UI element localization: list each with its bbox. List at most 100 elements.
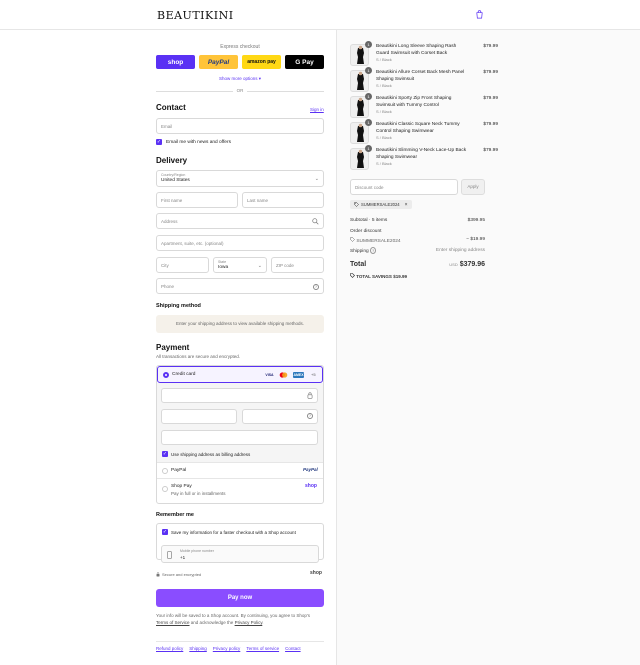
address-field[interactable]: Address (156, 213, 324, 229)
apartment-placeholder: Apartment, suite, etc. (optional) (161, 241, 224, 246)
quantity-badge: 1 (365, 41, 372, 48)
save-info-checkbox[interactable]: ✓ (162, 529, 168, 535)
card-name-field[interactable] (161, 430, 318, 445)
discount-code-placeholder: Discount code (355, 185, 384, 190)
email-placeholder: Email (161, 124, 173, 129)
credit-card-option[interactable]: Credit card VISA AMEX +5 (157, 366, 323, 383)
item-name: Beautikini Long Sleeve Shaping Rash Guar… (376, 44, 457, 56)
payment-methods: Credit card VISA AMEX +5 ? ✓ Use shippin… (156, 365, 324, 504)
city-field[interactable]: City (156, 257, 209, 273)
card-expiry-field[interactable] (161, 409, 237, 424)
item-variant: S / Black (376, 161, 392, 166)
order-item: 1 Beautikini Classic Square Neck Tummy C… (350, 119, 498, 144)
mobile-phone-field[interactable]: Mobile phone number +1 (161, 545, 319, 563)
pay-now-button[interactable]: Pay now (156, 589, 324, 607)
phone-placeholder: Phone (161, 284, 175, 289)
remove-code-icon[interactable]: × (405, 202, 408, 208)
credit-card-label: Credit card (172, 372, 196, 377)
total-savings-value: $19.99 (393, 274, 407, 279)
city-placeholder: City (161, 263, 169, 268)
item-variant: S / Black (376, 135, 392, 140)
lock-icon (156, 572, 160, 577)
discount-code-row: SUMMERSALE2024 − $19.99 (350, 237, 485, 244)
paypal-radio[interactable] (162, 468, 168, 474)
shipping-method-note: Enter your shipping address to view avai… (156, 315, 324, 333)
shop-pay-button[interactable]: shop (156, 55, 195, 69)
item-variant: S / Black (376, 109, 392, 114)
currency-label: USD (449, 262, 458, 267)
item-name: Beautikini Allure Corset Back Mesh Panel… (376, 70, 465, 82)
help-icon[interactable]: ? (313, 284, 319, 290)
quantity-badge: 1 (365, 93, 372, 100)
terms-of-service-footer-link[interactable]: Terms of service (246, 646, 279, 651)
secure-label: Secure and encrypted (162, 572, 202, 577)
refund-policy-link[interactable]: Refund policy (156, 646, 183, 651)
help-icon[interactable]: ? (307, 413, 313, 419)
sign-in-link[interactable]: Sign in (310, 107, 324, 112)
last-name-placeholder: Last name (247, 198, 269, 203)
first-name-field[interactable]: First name (156, 192, 238, 208)
last-name-field[interactable]: Last name (242, 192, 324, 208)
shipping-link[interactable]: Shipping (189, 646, 207, 651)
phone-field[interactable]: Phone ? (156, 278, 324, 294)
item-variant: S / Black (376, 83, 392, 88)
billing-same-label: Use shipping address as billing address (171, 452, 251, 457)
card-cvv-field[interactable]: ? (242, 409, 318, 424)
shopping-bag-icon[interactable] (475, 10, 484, 19)
shipping-row: Shipping ? Enter shipping address (350, 247, 485, 254)
shop-pay-radio[interactable] (162, 486, 168, 492)
total-row: Total USD $379.96 (350, 261, 485, 268)
mobile-phone-label: Mobile phone number (180, 549, 214, 553)
contact-heading: Contact (156, 103, 186, 112)
paypal-label: PayPal (171, 468, 187, 473)
apply-button[interactable]: Apply (461, 179, 485, 195)
visa-icon: VISA (265, 373, 274, 377)
news-checkbox[interactable]: ✓ (156, 139, 162, 145)
shop-pay-option[interactable]: Shop Pay Pay in full or in installments … (157, 478, 323, 503)
item-price: $79.99 (483, 96, 498, 101)
order-item: 1 Beautikini Long Sleeve Shaping Rash Gu… (350, 41, 498, 66)
order-summary: 1 Beautikini Long Sleeve Shaping Rash Gu… (336, 30, 640, 665)
save-info-label: Save my information for a faster checkou… (171, 530, 296, 535)
card-number-field[interactable] (161, 388, 318, 403)
discount-code-field[interactable]: Discount code (350, 179, 458, 195)
paypal-logo: PayPal (303, 467, 318, 472)
help-icon[interactable]: ? (370, 247, 377, 254)
shipping-value: Enter shipping address (435, 248, 485, 253)
country-select[interactable]: Country/Region United States ⌄ (156, 170, 324, 187)
privacy-policy-footer-link[interactable]: Privacy policy (213, 646, 241, 651)
privacy-policy-link[interactable]: Privacy Policy (235, 620, 263, 625)
express-checkout-title: Express checkout (220, 44, 260, 50)
remember-me-heading: Remember me (156, 512, 194, 518)
address-placeholder: Address (161, 219, 178, 224)
paypal-button[interactable]: PayPal (199, 55, 238, 69)
applied-code: SUMMERSALE2024 (361, 202, 400, 207)
subtotal-label: Subtotal · 5 items (350, 218, 388, 223)
state-select[interactable]: State Iowa ⌄ (213, 257, 267, 273)
footer-links: Refund policy Shipping Privacy policy Te… (156, 646, 301, 651)
amex-icon: AMEX (293, 372, 304, 378)
mobile-phone-icon (167, 551, 172, 559)
credit-card-radio[interactable] (163, 372, 169, 378)
google-pay-button[interactable]: G Pay (285, 55, 324, 69)
state-label: State (218, 260, 227, 264)
billing-same-checkbox[interactable]: ✓ (162, 451, 168, 457)
or-label: OR (233, 88, 247, 93)
country-label: Country/Region (161, 173, 186, 177)
item-name: Beautikini Sporty Zip Front Shaping Swim… (376, 96, 452, 108)
email-field[interactable]: Email (156, 118, 324, 134)
show-more-options-link[interactable]: Show more options ▾ (156, 76, 324, 82)
contact-link[interactable]: Contact (285, 646, 301, 651)
header: BEAUTIKINI (0, 0, 640, 30)
paypal-option[interactable]: PayPal PayPal (157, 462, 323, 478)
shop-pay-sublabel: Pay in full or in installments (171, 491, 226, 496)
zip-field[interactable]: ZIP code (271, 257, 324, 273)
discount-value: − $19.99 (466, 237, 485, 242)
brand-logo[interactable]: BEAUTIKINI (157, 9, 234, 22)
apartment-field[interactable]: Apartment, suite, etc. (optional) (156, 235, 324, 251)
discount-code-label: SUMMERSALE2024 (356, 239, 401, 244)
amazon-pay-button[interactable]: amazon pay (242, 55, 281, 69)
country-value: United States (161, 178, 190, 183)
terms-of-service-link[interactable]: Terms of Service (156, 620, 190, 625)
terms-text: Your info will be saved to a Shop accoun… (156, 612, 324, 626)
